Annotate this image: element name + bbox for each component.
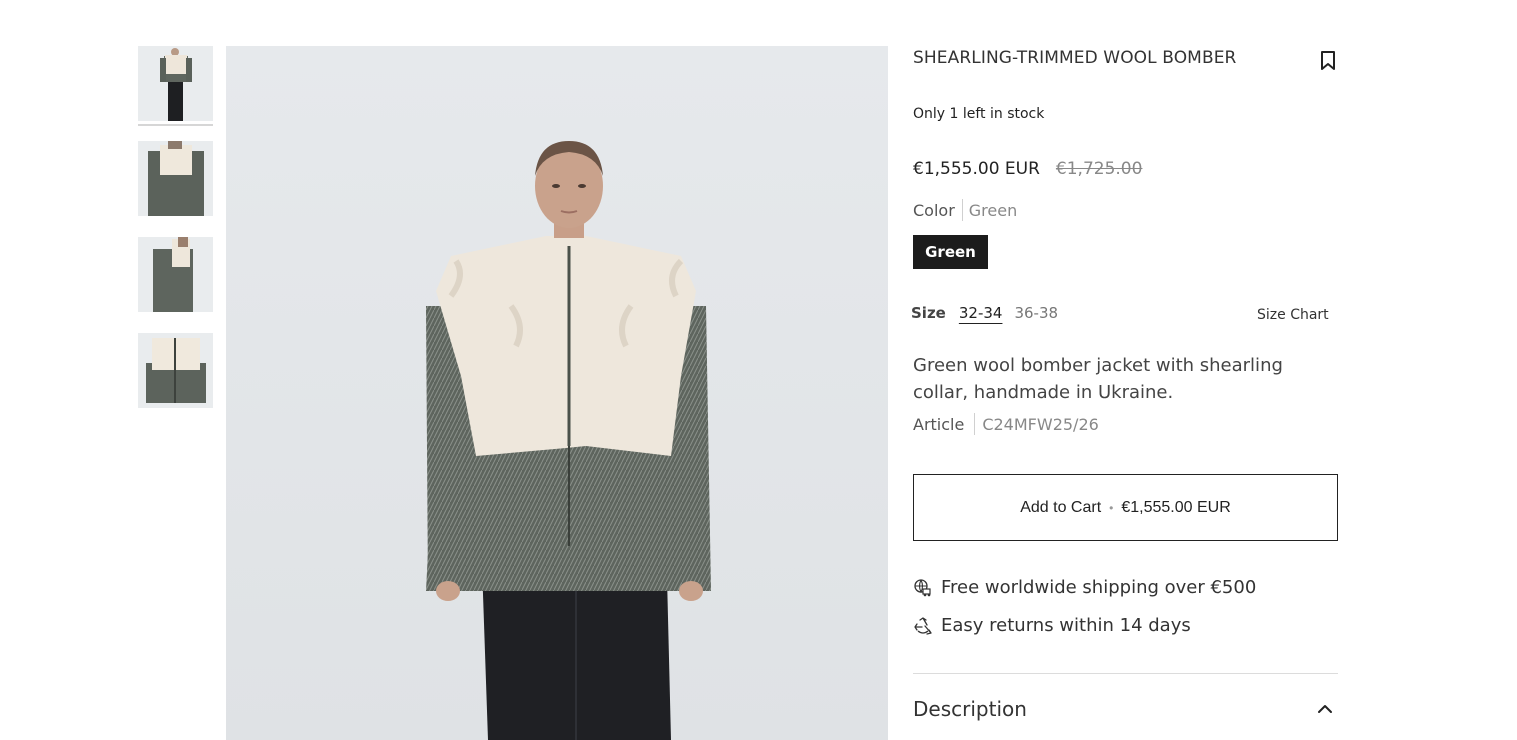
current-price: €1,555.00 EUR — [913, 159, 1040, 179]
color-value: Green — [968, 200, 1018, 220]
accordion-divider — [913, 673, 1338, 674]
thumbnail-2-image — [138, 141, 213, 216]
recycle-icon — [914, 616, 932, 635]
active-thumbnail-indicator — [138, 124, 213, 126]
thumbnail-3-image — [138, 237, 213, 312]
size-row: Size 32-34 36-38 — [911, 304, 1070, 322]
article-row: Article C24MFW25/26 — [913, 413, 1099, 435]
size-label: Size — [911, 304, 946, 322]
color-separator — [961, 199, 963, 221]
bookmark-icon[interactable] — [1319, 50, 1337, 72]
add-to-cart-label: Add to Cart — [1020, 498, 1102, 516]
stock-note: Only 1 left in stock — [913, 106, 1045, 122]
product-photo — [226, 46, 888, 740]
article-label: Article — [913, 414, 965, 434]
main-product-image[interactable] — [226, 46, 888, 740]
price-row: €1,555.00 EUR €1,725.00 — [913, 159, 1142, 179]
description-accordion-title: Description — [913, 697, 1027, 721]
description-accordion-toggle[interactable]: Description — [913, 694, 1338, 724]
perk-shipping-text: Free worldwide shipping over €500 — [941, 577, 1257, 598]
add-to-cart-button[interactable]: Add to Cart • €1,555.00 EUR — [913, 474, 1338, 541]
thumbnail-1-image — [138, 46, 213, 121]
product-title: SHEARLING-TRIMMED WOOL BOMBER — [913, 48, 1237, 68]
globe-truck-icon — [914, 578, 931, 596]
add-to-cart-price: €1,555.00 EUR — [1121, 498, 1231, 516]
product-info-panel: SHEARLING-TRIMMED WOOL BOMBER Only 1 lef… — [911, 0, 1338, 740]
size-chart-link[interactable]: Size Chart — [1257, 307, 1329, 323]
perk-shipping: Free worldwide shipping over €500 — [913, 577, 1256, 598]
thumbnail-2[interactable] — [138, 141, 213, 216]
thumbnail-4[interactable] — [138, 333, 213, 408]
chevron-up-icon — [1318, 705, 1332, 713]
size-option-36-38[interactable]: 36-38 — [1014, 304, 1058, 322]
perk-returns-text: Easy returns within 14 days — [941, 615, 1191, 636]
size-option-32-34[interactable]: 32-34 — [959, 304, 1003, 322]
product-description: Green wool bomber jacket with shearling … — [913, 355, 1283, 403]
add-to-cart-separator: • — [1109, 500, 1114, 515]
perk-returns: Easy returns within 14 days — [913, 615, 1191, 636]
color-label: Color — [913, 200, 955, 220]
thumbnail-4-image — [138, 333, 213, 408]
color-row: Color Green — [913, 199, 1017, 221]
color-swatch-green[interactable]: Green — [913, 235, 988, 269]
thumbnail-1[interactable] — [138, 46, 213, 121]
thumbnail-3[interactable] — [138, 237, 213, 312]
original-price: €1,725.00 — [1055, 159, 1143, 179]
article-value: C24MFW25/26 — [982, 414, 1099, 434]
article-separator — [974, 413, 976, 435]
